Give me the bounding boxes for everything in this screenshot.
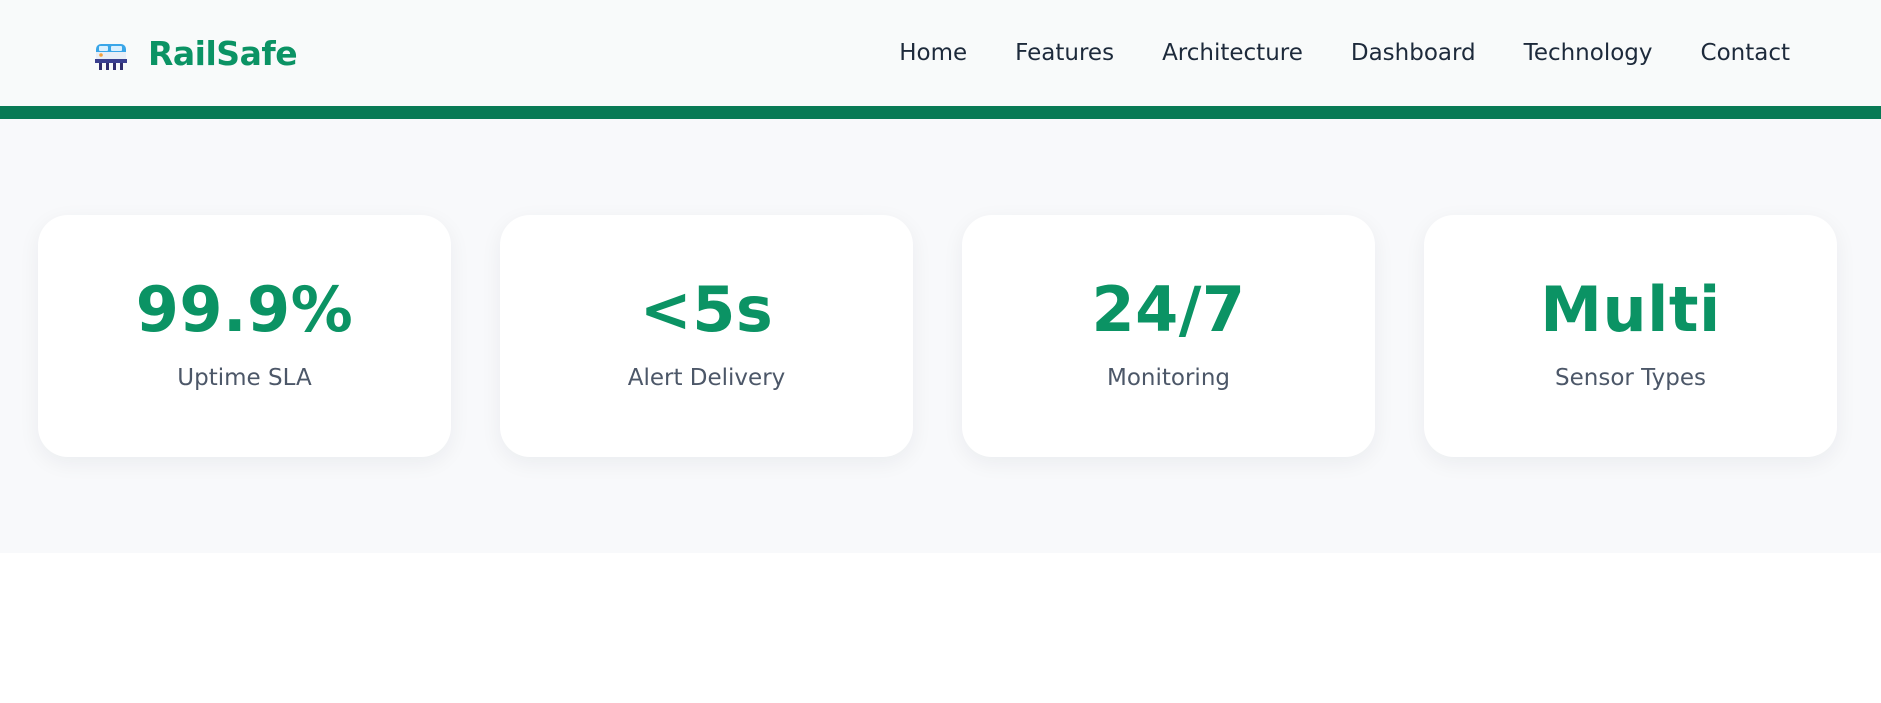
stat-value: 24/7 [1091,273,1246,346]
site-header: RailSafe Home Features Architecture Dash… [0,0,1881,106]
stat-value: <5s [639,273,774,346]
main-nav: Home Features Architecture Dashboard Tec… [899,40,1790,66]
stat-value: Multi [1540,273,1721,346]
brand-name: RailSafe [148,33,298,73]
nav-architecture[interactable]: Architecture [1162,40,1303,66]
stat-value: 99.9% [135,273,354,346]
nav-features[interactable]: Features [1015,40,1114,66]
brand[interactable]: RailSafe [92,33,298,73]
train-icon [95,44,127,70]
nav-dashboard[interactable]: Dashboard [1351,40,1476,66]
nav-home[interactable]: Home [899,40,967,66]
header-accent-bar [0,106,1881,119]
nav-technology[interactable]: Technology [1524,40,1653,66]
stat-card-monitoring: 24/7 Monitoring [962,215,1375,457]
nav-contact[interactable]: Contact [1701,40,1790,66]
stats-section: 99.9% Uptime SLA <5s Alert Delivery 24/7… [0,119,1881,553]
stat-card-uptime: 99.9% Uptime SLA [38,215,451,457]
stat-label: Monitoring [1107,365,1230,391]
stat-label: Alert Delivery [627,365,786,391]
stat-card-sensor-types: Multi Sensor Types [1424,215,1837,457]
stat-label: Sensor Types [1555,365,1706,391]
stat-label: Uptime SLA [177,365,312,391]
stat-card-alert-delivery: <5s Alert Delivery [500,215,913,457]
